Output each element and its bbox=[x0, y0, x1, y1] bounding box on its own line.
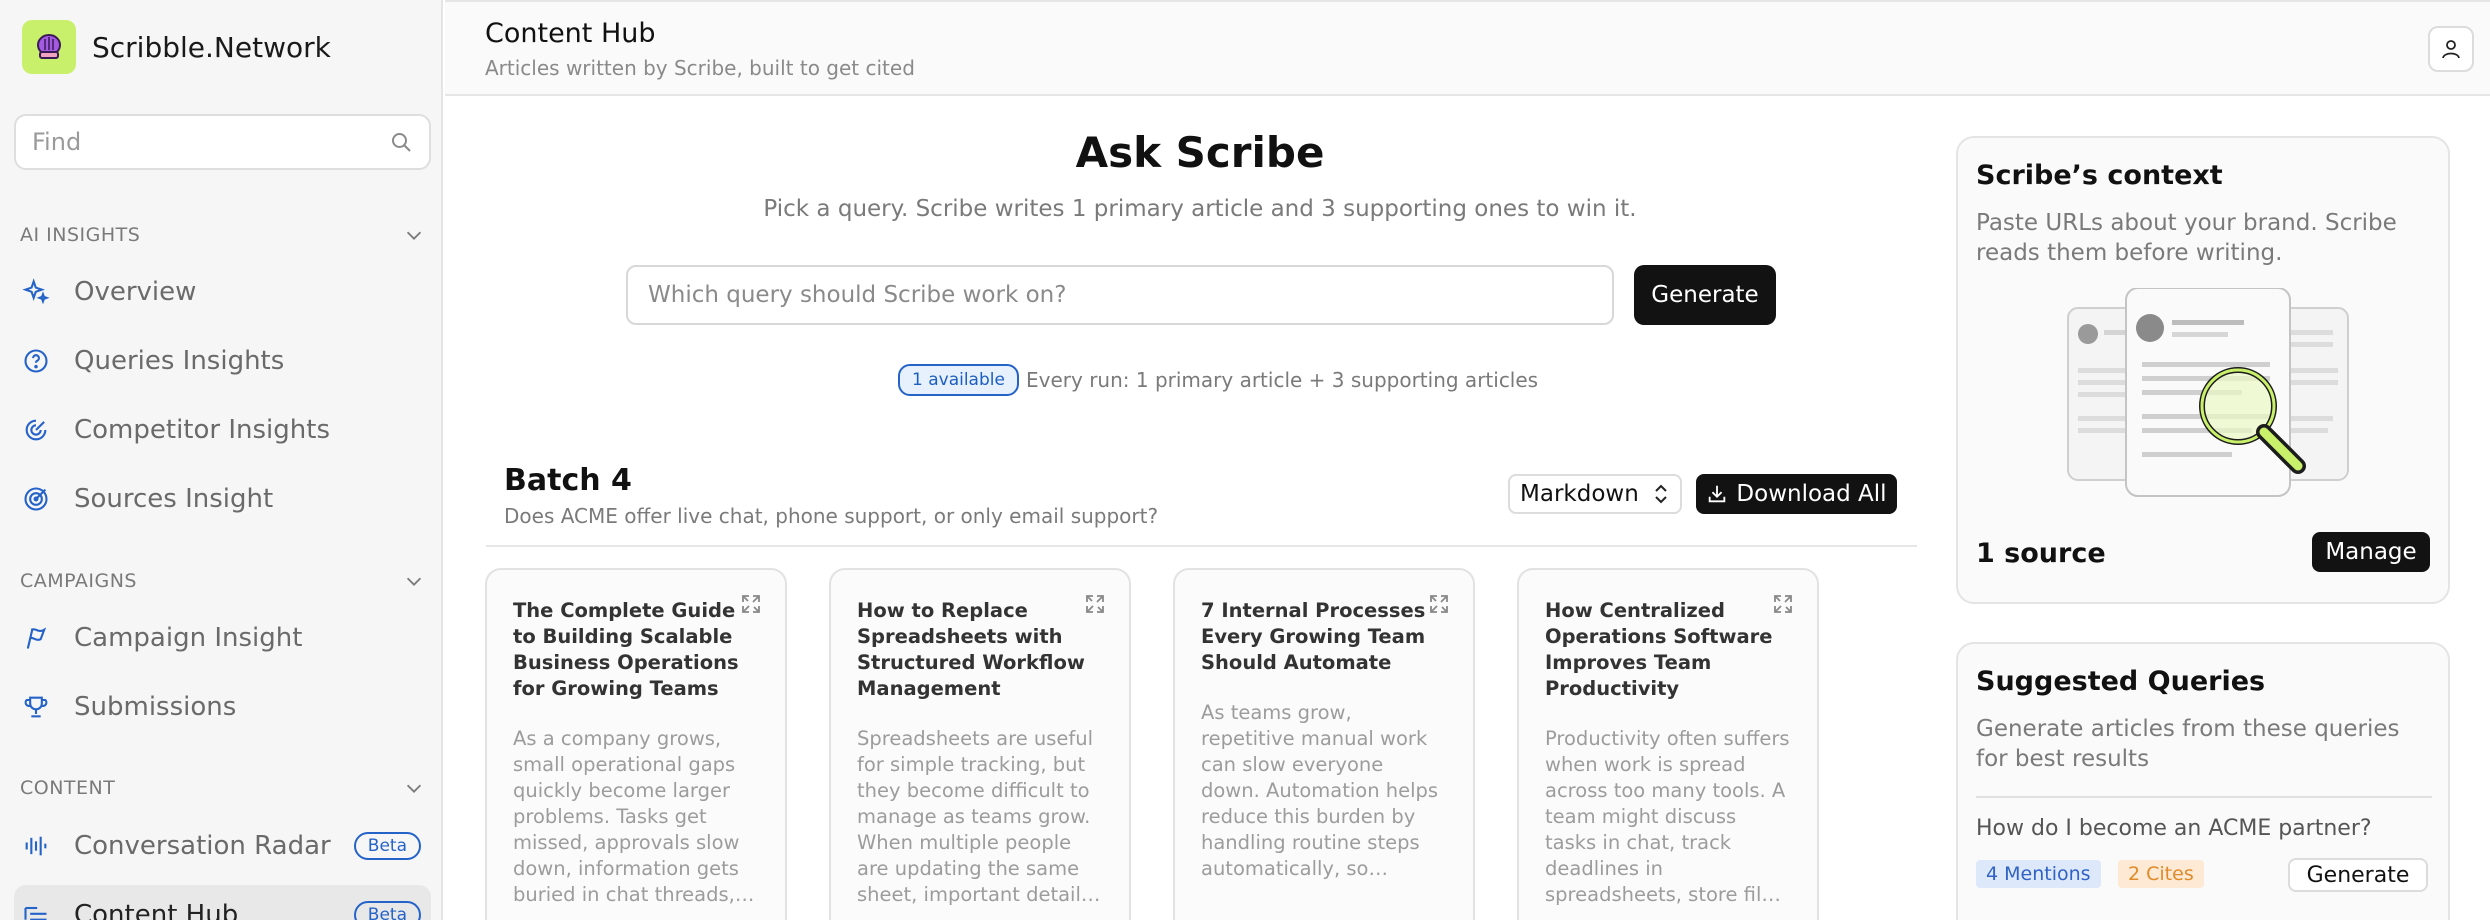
article-title: How Centralized Operations Software Impr… bbox=[1545, 599, 1773, 700]
article-excerpt: Productivity often suffers when work is … bbox=[1545, 727, 1790, 906]
chevron-down-icon[interactable] bbox=[403, 224, 425, 246]
section-title: CAMPAIGNS bbox=[20, 570, 137, 592]
manage-button[interactable]: Manage bbox=[2312, 532, 2430, 572]
beta-badge: Beta bbox=[353, 901, 421, 920]
search-icon[interactable] bbox=[389, 130, 413, 154]
page-subtitle: Articles written by Scribe, built to get… bbox=[485, 56, 915, 80]
format-select-value: Markdown bbox=[1520, 481, 1639, 507]
radar-icon bbox=[20, 414, 52, 446]
download-all-button[interactable]: Download All bbox=[1696, 474, 1897, 514]
audio-wave-icon bbox=[20, 830, 52, 862]
context-text: Paste URLs about your brand. Scribe read… bbox=[1976, 210, 2397, 266]
user-menu-button[interactable] bbox=[2428, 26, 2474, 72]
article-excerpt: Spreadsheets are useful for simple track… bbox=[857, 727, 1094, 906]
expand-icon[interactable] bbox=[1771, 592, 1795, 616]
expand-icon[interactable] bbox=[1083, 592, 1107, 616]
section-title: AI INSIGHTS bbox=[20, 224, 141, 246]
page-header: Content Hub Articles written by Scribe, … bbox=[445, 0, 2490, 96]
sidebar-item-competitor-insights[interactable]: Competitor Insights bbox=[14, 400, 431, 460]
chevron-down-icon[interactable] bbox=[403, 570, 425, 592]
suggested-text: Generate articles from these queries for… bbox=[1976, 716, 2400, 772]
brand-name: Scribble.Network bbox=[92, 30, 331, 64]
section-ai-insights[interactable]: AI INSIGHTS bbox=[20, 224, 425, 246]
list-icon bbox=[20, 899, 52, 920]
sidebar-item-campaign-insight[interactable]: Campaign Insight bbox=[14, 608, 431, 668]
article-title: The Complete Guide to Building Scalable … bbox=[513, 599, 739, 700]
context-title: Scribe’s context bbox=[1976, 160, 2223, 191]
download-all-label: Download All bbox=[1736, 481, 1887, 507]
suggested-query-text[interactable]: How do I become an ACME partner? bbox=[1976, 816, 2372, 841]
context-panel: Scribe’s context Paste URLs about your b… bbox=[1956, 136, 2450, 604]
sidebar-search[interactable] bbox=[14, 114, 431, 170]
target-icon bbox=[20, 483, 52, 515]
beta-badge: Beta bbox=[353, 832, 421, 860]
generate-button[interactable]: Generate bbox=[1634, 265, 1776, 325]
sidebar: Scribble.Network AI INSIGHTS Overview Qu… bbox=[0, 0, 443, 920]
documents-magnifier-illustration bbox=[2067, 288, 2349, 497]
batch-query: Does ACME offer live chat, phone support… bbox=[504, 504, 1159, 528]
ask-title: Ask Scribe bbox=[1075, 128, 1325, 177]
page-title: Content Hub bbox=[485, 18, 656, 49]
expand-icon[interactable] bbox=[739, 592, 763, 616]
format-select[interactable]: Markdown bbox=[1508, 474, 1682, 514]
sidebar-item-label: Sources Insight bbox=[74, 484, 274, 514]
sidebar-item-label: Competitor Insights bbox=[74, 415, 331, 445]
user-icon bbox=[2442, 40, 2460, 59]
sidebar-item-label: Conversation Radar bbox=[74, 831, 331, 861]
article-excerpt: As a company grows, small operational ga… bbox=[513, 727, 740, 906]
sidebar-item-label: Submissions bbox=[74, 692, 237, 722]
batch-title: Batch 4 bbox=[504, 463, 632, 498]
sidebar-item-conversation-radar[interactable]: Conversation Radar Beta bbox=[14, 816, 431, 876]
trophy-icon bbox=[20, 691, 52, 723]
article-card[interactable]: How Centralized Operations Software Impr… bbox=[1517, 568, 1819, 920]
ask-subtitle: Pick a query. Scribe writes 1 primary ar… bbox=[763, 196, 1637, 222]
article-card[interactable]: How to Replace Spreadsheets with Structu… bbox=[829, 568, 1131, 920]
section-title: CONTENT bbox=[20, 777, 116, 799]
available-badge: 1 available bbox=[898, 364, 1019, 396]
divider bbox=[486, 545, 1917, 547]
sidebar-item-label: Overview bbox=[74, 277, 197, 307]
article-title: How to Replace Spreadsheets with Structu… bbox=[857, 599, 1085, 700]
question-circle-icon bbox=[20, 345, 52, 377]
brand-logo-icon bbox=[22, 20, 76, 74]
sparkle-icon bbox=[20, 276, 52, 308]
article-card[interactable]: 7 Internal Processes Every Growing Team … bbox=[1173, 568, 1475, 920]
flag-icon bbox=[20, 622, 52, 654]
article-title: 7 Internal Processes Every Growing Team … bbox=[1201, 599, 1426, 674]
run-note: Every run: 1 primary article + 3 support… bbox=[1026, 368, 1539, 392]
sidebar-item-overview[interactable]: Overview bbox=[14, 262, 431, 322]
sidebar-item-content-hub[interactable]: Content Hub Beta bbox=[14, 885, 431, 920]
search-input[interactable] bbox=[32, 128, 389, 156]
sidebar-item-queries-insights[interactable]: Queries Insights bbox=[14, 331, 431, 391]
suggested-title: Suggested Queries bbox=[1976, 666, 2266, 697]
cites-badge: 2 Cites bbox=[2118, 860, 2204, 888]
section-content[interactable]: CONTENT bbox=[20, 777, 425, 799]
suggested-generate-button[interactable]: Generate bbox=[2288, 858, 2428, 892]
expand-icon[interactable] bbox=[1427, 592, 1451, 616]
sidebar-item-label: Content Hub bbox=[74, 900, 239, 920]
chevron-up-down-icon bbox=[1655, 484, 1667, 504]
sidebar-item-submissions[interactable]: Submissions bbox=[14, 677, 431, 737]
section-campaigns[interactable]: CAMPAIGNS bbox=[20, 570, 425, 592]
source-count: 1 source bbox=[1976, 538, 2106, 569]
query-input[interactable] bbox=[626, 265, 1614, 325]
brand[interactable]: Scribble.Network bbox=[22, 20, 331, 74]
sidebar-item-sources-insight[interactable]: Sources Insight bbox=[14, 469, 431, 529]
divider bbox=[1976, 796, 2432, 798]
article-excerpt: As teams grow, repetitive manual work ca… bbox=[1201, 701, 1439, 880]
sidebar-item-label: Campaign Insight bbox=[74, 623, 303, 653]
chevron-down-icon[interactable] bbox=[403, 777, 425, 799]
sidebar-item-label: Queries Insights bbox=[74, 346, 285, 376]
mentions-badge: 4 Mentions bbox=[1976, 860, 2101, 888]
suggested-queries-panel: Suggested Queries Generate articles from… bbox=[1956, 642, 2450, 920]
article-card[interactable]: The Complete Guide to Building Scalable … bbox=[485, 568, 787, 920]
download-icon bbox=[1709, 485, 1726, 503]
